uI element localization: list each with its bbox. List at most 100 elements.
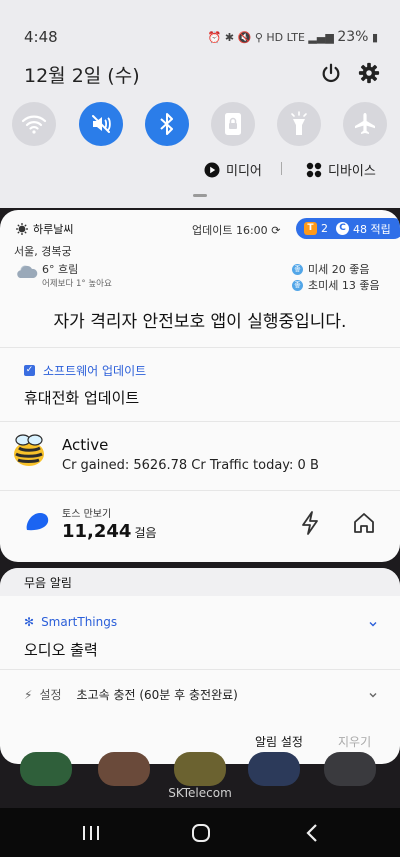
weather-temp: 6° 흐림 xyxy=(42,263,79,276)
devices-button[interactable]: 디바이스 xyxy=(306,160,376,179)
app-icon xyxy=(98,752,150,786)
divider xyxy=(0,490,400,491)
power-icon[interactable] xyxy=(320,62,342,84)
quick-tiles xyxy=(12,102,388,146)
status-time: 4:48 xyxy=(24,28,58,46)
quarantine-app-banner[interactable]: 자가 격리자 안전보호 앱이 실행중입니다. xyxy=(0,302,400,342)
smartthings-title[interactable]: 오디오 출력 xyxy=(24,639,98,660)
points-label: 48 적립 xyxy=(353,222,391,236)
fine-dust-value: 미세 20 좋음 xyxy=(308,263,370,276)
settings-app: 설정 xyxy=(39,688,62,702)
step-value: 11,244 xyxy=(62,521,132,542)
recent-apps-icon[interactable] xyxy=(80,822,102,844)
wifi-tile[interactable] xyxy=(12,102,56,146)
weather-app-header: 하루날씨 xyxy=(16,221,73,237)
bluetooth-status-icon: ✱ xyxy=(224,31,235,44)
software-update-title[interactable]: 휴대전화 업데이트 xyxy=(24,387,139,408)
chevron-down-icon[interactable] xyxy=(368,690,378,700)
step-unit: 걸음 xyxy=(134,526,157,540)
quick-panel: 4:48 ⏰ ✱ 🔇 ⚲ HD LTE ▂▄▆ 23% ▮ 12월 2일 (수) xyxy=(0,0,400,208)
airplane-icon xyxy=(355,113,375,134)
software-update-icon: ✓ xyxy=(24,365,35,376)
smartthings-header: ✻ SmartThings xyxy=(24,615,117,629)
weather-update-label: 업데이트 16:00 xyxy=(192,224,268,237)
media-device-row: 미디어 디바이스 xyxy=(0,160,400,180)
carrier-label: SKTelecom xyxy=(168,786,232,800)
active-title[interactable]: Active xyxy=(62,436,108,454)
cloudy-icon xyxy=(17,265,38,278)
weather-notification[interactable]: 하루날씨 업데이트 16:00 ⟳ T 2 C 48 적립 서울, 경복궁 6°… xyxy=(0,210,400,298)
network-label: HD LTE xyxy=(266,31,305,44)
mute-icon xyxy=(92,115,111,133)
toss-app-name: 토스 만보기 xyxy=(62,509,112,520)
mute-status-icon: 🔇 xyxy=(237,31,252,44)
media-button[interactable]: 미디어 xyxy=(204,160,262,179)
divider xyxy=(0,669,400,670)
smartthings-app: SmartThings xyxy=(41,615,118,629)
air-quality-icon: 좋 xyxy=(292,263,303,275)
notifications-card: 하루날씨 업데이트 16:00 ⟳ T 2 C 48 적립 서울, 경복궁 6°… xyxy=(0,210,400,562)
charging-message: 초고속 충전 (60분 후 충전완료) xyxy=(76,688,238,702)
devices-label: 디바이스 xyxy=(328,164,376,179)
air-quality-icon: 좋 xyxy=(292,279,303,291)
weather-update[interactable]: 업데이트 16:00 ⟳ xyxy=(192,222,280,238)
bee-icon xyxy=(14,434,44,466)
step-count[interactable]: 11,244 걸음 xyxy=(62,521,157,542)
fine-dust-row: 좋 미세 20 좋음 xyxy=(292,261,369,277)
toss-icon xyxy=(26,513,49,531)
weather-app-name: 하루날씨 xyxy=(33,223,74,236)
portrait-lock-tile[interactable] xyxy=(211,102,255,146)
clear-button[interactable]: 지우기 xyxy=(338,733,371,750)
c-badge: C xyxy=(336,222,349,235)
weather-compare: 어제보다 1° 높아요 xyxy=(42,279,112,289)
apps-drawer-icon xyxy=(324,752,376,786)
weather-location: 서울, 경복궁 xyxy=(14,245,72,258)
home-button-icon[interactable] xyxy=(190,822,212,844)
silent-header: 무음 알림 xyxy=(0,568,400,596)
signal-icon: ▂▄▆ xyxy=(308,31,334,44)
navigation-bar xyxy=(0,808,400,857)
airplane-tile[interactable] xyxy=(343,102,387,146)
bluetooth-tile[interactable] xyxy=(145,102,189,146)
flashlight-icon xyxy=(291,111,307,135)
battery-icon: ▮ xyxy=(371,31,378,44)
ultrafine-dust-value: 초미세 13 좋음 xyxy=(308,279,380,292)
app-icon xyxy=(174,752,226,786)
charging-icon: ⚡ xyxy=(24,687,33,702)
play-icon xyxy=(204,162,220,177)
lightning-icon[interactable] xyxy=(298,510,322,536)
back-icon[interactable] xyxy=(302,822,324,844)
status-bar: 4:48 ⏰ ✱ 🔇 ⚲ HD LTE ▂▄▆ 23% ▮ xyxy=(24,28,378,48)
notification-settings-button[interactable]: 알림 설정 xyxy=(255,733,303,750)
home-icon[interactable] xyxy=(352,511,376,535)
battery-percent: 23% xyxy=(337,29,369,45)
charging-notification[interactable]: ⚡ 설정 초고속 충전 (60분 후 충전완료) xyxy=(24,686,238,703)
location-icon: ⚲ xyxy=(254,31,263,44)
weather-app-icon xyxy=(16,223,28,235)
gear-icon[interactable] xyxy=(358,62,380,84)
bluetooth-icon xyxy=(160,113,173,135)
media-label: 미디어 xyxy=(226,164,262,179)
mute-tile[interactable] xyxy=(79,102,123,146)
divider xyxy=(0,421,400,422)
active-text: Cr gained: 5626.78 Cr Traffic today: 0 B xyxy=(62,458,319,473)
silent-notifications-card: 무음 알림 ✻ SmartThings 오디오 출력 ⚡ 설정 초고속 충전 (… xyxy=(0,568,400,764)
software-update-header: ✓ 소프트웨어 업데이트 xyxy=(24,362,146,379)
portrait-lock-icon xyxy=(225,113,241,135)
software-update-app: 소프트웨어 업데이트 xyxy=(43,364,147,378)
smartthings-icon: ✻ xyxy=(24,615,35,629)
wifi-icon xyxy=(21,115,47,134)
date: 12월 2일 (수) xyxy=(24,65,140,87)
devices-icon xyxy=(306,162,322,177)
t-count: 2 xyxy=(321,222,328,235)
status-icons: ⏰ ✱ 🔇 ⚲ HD LTE ▂▄▆ 23% ▮ xyxy=(208,29,378,45)
refresh-icon: ⟳ xyxy=(271,224,281,237)
chevron-down-icon[interactable] xyxy=(368,619,378,629)
app-icon xyxy=(248,752,300,786)
divider xyxy=(0,347,400,348)
points-pill[interactable]: T 2 C 48 적립 xyxy=(296,218,400,239)
ultrafine-dust-row: 좋 초미세 13 좋음 xyxy=(292,277,380,293)
flashlight-tile[interactable] xyxy=(277,102,321,146)
panel-drag-handle[interactable] xyxy=(193,194,207,197)
alarm-icon: ⏰ xyxy=(207,31,222,44)
